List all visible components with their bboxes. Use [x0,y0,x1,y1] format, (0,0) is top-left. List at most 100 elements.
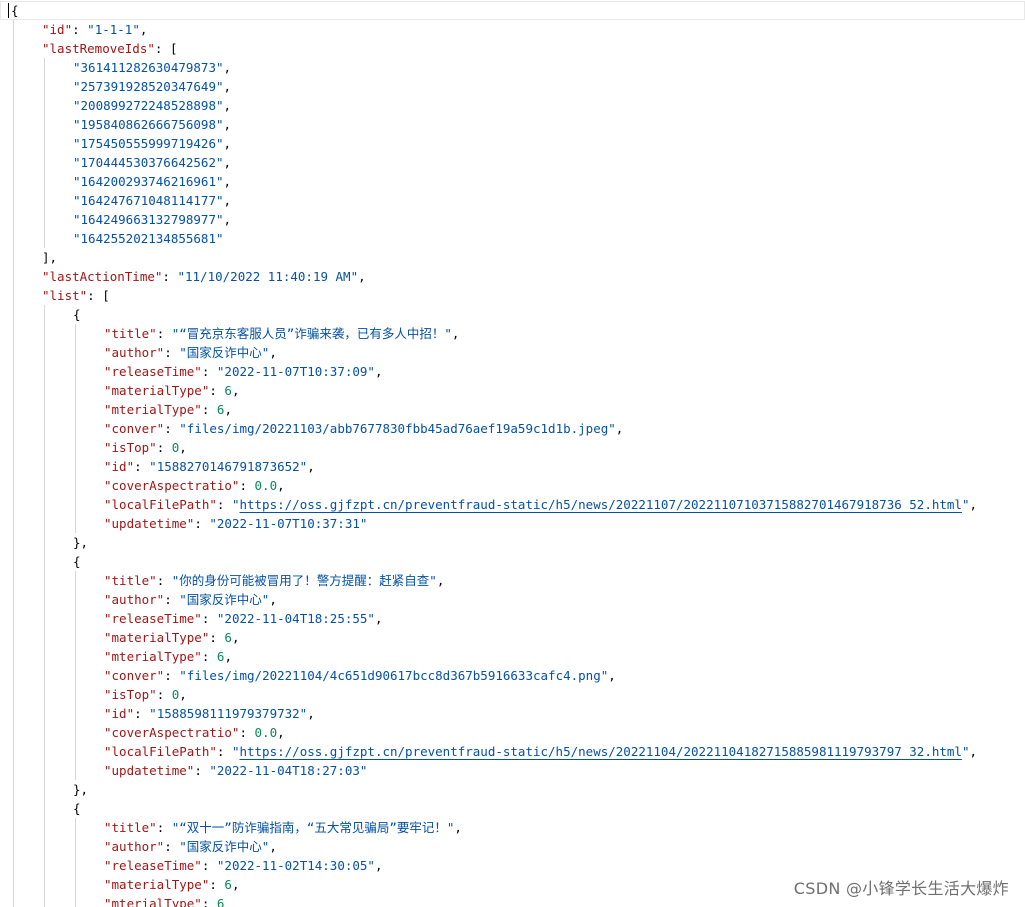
indent-guide [44,495,45,514]
code-line[interactable]: "author": "国家反诈中心", [0,590,1025,609]
code-line[interactable]: "mterialType": 6, [0,647,1025,666]
code-line[interactable]: "localFilePath": "https://oss.gjfzpt.cn/… [0,742,1025,761]
indent-guide [13,115,14,134]
indent-guide [75,609,76,628]
json-key: "releaseTime" [104,364,202,379]
code-line[interactable]: "coverAspectratio": 0.0, [0,476,1025,495]
code-line[interactable]: "updatetime": "2022-11-04T18:27:03" [0,761,1025,780]
code-line[interactable]: "releaseTime": "2022-11-02T14:30:05", [0,856,1025,875]
code-line[interactable]: "conver": "files/img/20221104/4c651d9061… [0,666,1025,685]
code-line[interactable]: "170444530376642562", [0,153,1025,172]
json-key: "author" [104,839,165,854]
code-line[interactable]: "conver": "files/img/20221103/abb7677830… [0,419,1025,438]
code-line[interactable]: "164255202134855681" [0,229,1025,248]
indent-guide [44,362,45,381]
code-line[interactable]: "175450555999719426", [0,134,1025,153]
json-punctuation: , [374,858,383,873]
code-line[interactable]: "164249663132798977", [0,210,1025,229]
indent-guide [44,419,45,438]
json-punctuation: , [139,22,148,37]
code-line[interactable]: "id": "1-1-1", [0,20,1025,39]
code-line[interactable]: "id": "1588598111979379732", [0,704,1025,723]
indent-guide [13,590,14,609]
code-line[interactable]: "361411282630479873", [0,58,1025,77]
code-line[interactable]: }, [0,780,1025,799]
code-line[interactable]: ], [0,248,1025,267]
watermark: CSDN @小锋学长生活大爆炸 [789,875,1013,899]
code-line[interactable]: "localFilePath": "https://oss.gjfzpt.cn/… [0,495,1025,514]
code-line[interactable]: { [0,552,1025,571]
code-line[interactable]: "title": "你的身份可能被冒用了！警方提醒：赶紧自查", [0,571,1025,590]
json-key: "list" [42,288,88,303]
code-line[interactable]: "257391928520347649", [0,77,1025,96]
json-url-link[interactable]: https://oss.gjfzpt.cn/preventfraud-stati… [239,497,961,512]
code-line[interactable]: { [0,305,1025,324]
indent-guide [13,780,14,799]
code-line[interactable]: "lastRemoveIds": [ [0,39,1025,58]
json-punctuation: , [223,79,232,94]
code-area[interactable]: {"id": "1-1-1", "lastRemoveIds": ["361411… [0,1,1025,907]
code-line[interactable]: "isTop": 0, [0,438,1025,457]
code-line[interactable]: "mterialType": 6, [0,400,1025,419]
json-punctuation: , [269,592,277,607]
json-punctuation: : [201,364,217,379]
json-punctuation: ], [42,250,58,265]
code-line[interactable]: "lastActionTime": "11/10/2022 11:40:19 A… [0,267,1025,286]
indent-guide [44,58,45,77]
indent-guide [44,153,45,172]
json-punctuation: , [451,326,460,341]
code-line[interactable]: "200899272248528898", [0,96,1025,115]
json-punctuation: : [209,383,225,398]
indent-guide [13,324,14,343]
indent-guide [13,723,14,742]
json-punctuation: : [209,877,225,892]
code-line[interactable]: "updatetime": "2022-11-07T10:37:31" [0,514,1025,533]
code-line[interactable]: "id": "1588270146791873652", [0,457,1025,476]
json-string: "你的身份可能被冒用了！警方提醒：赶紧自查" [171,573,437,588]
code-line[interactable]: "164200293746216961", [0,172,1025,191]
code-line[interactable]: "author": "国家反诈中心", [0,837,1025,856]
json-url-link[interactable]: https://oss.gjfzpt.cn/preventfraud-stati… [239,744,961,759]
code-line[interactable]: "author": "国家反诈中心", [0,343,1025,362]
code-line[interactable]: { [0,1,1025,20]
code-line[interactable]: "releaseTime": "2022-11-07T10:37:09", [0,362,1025,381]
json-key: "localFilePath" [104,744,217,759]
indent-guide [44,799,45,818]
json-editor[interactable]: {"id": "1-1-1", "lastRemoveIds": ["361411… [0,0,1025,907]
indent-guide [44,476,45,495]
indent-guide [75,685,76,704]
json-punctuation: , [223,155,232,170]
json-punctuation: , [223,174,232,189]
indent-guide [75,647,76,666]
json-punctuation: , [277,725,285,740]
indent-guide [13,96,14,115]
indent-guide [13,894,14,907]
code-line[interactable]: "title": "“双十一”防诈骗指南，“五大常见骗局”要牢记！", [0,818,1025,837]
indent-guide [44,837,45,856]
indent-guide [13,58,14,77]
code-line[interactable]: "title": "“冒充京东客服人员”诈骗来袭，已有多人中招！", [0,324,1025,343]
code-line[interactable]: "164247671048114177", [0,191,1025,210]
code-line[interactable]: "materialType": 6, [0,381,1025,400]
json-string: "“冒充京东客服人员”诈骗来袭，已有多人中招！" [171,326,452,341]
indent-guide [44,647,45,666]
code-line[interactable]: "195840862666756098", [0,115,1025,134]
code-line[interactable]: "coverAspectratio": 0.0, [0,723,1025,742]
indent-guide [44,533,45,552]
code-line[interactable]: { [0,799,1025,818]
indent-guide [44,96,45,115]
json-key: "coverAspectratio" [104,725,240,740]
json-punctuation: , [231,630,240,645]
json-string: "164247671048114177" [73,193,224,208]
indent-guide [75,856,76,875]
code-line[interactable]: "releaseTime": "2022-11-04T18:25:55", [0,609,1025,628]
code-line[interactable]: "materialType": 6, [0,628,1025,647]
indent-guide [13,286,14,305]
code-line[interactable]: "list": [ [0,286,1025,305]
json-string: "2022-11-04T18:25:55" [216,611,375,626]
json-key: "id" [42,22,73,37]
json-string: "files/img/20221103/abb7677830fbb45ad76a… [179,421,616,436]
indent-guide [75,343,76,362]
code-line[interactable]: }, [0,533,1025,552]
code-line[interactable]: "isTop": 0, [0,685,1025,704]
